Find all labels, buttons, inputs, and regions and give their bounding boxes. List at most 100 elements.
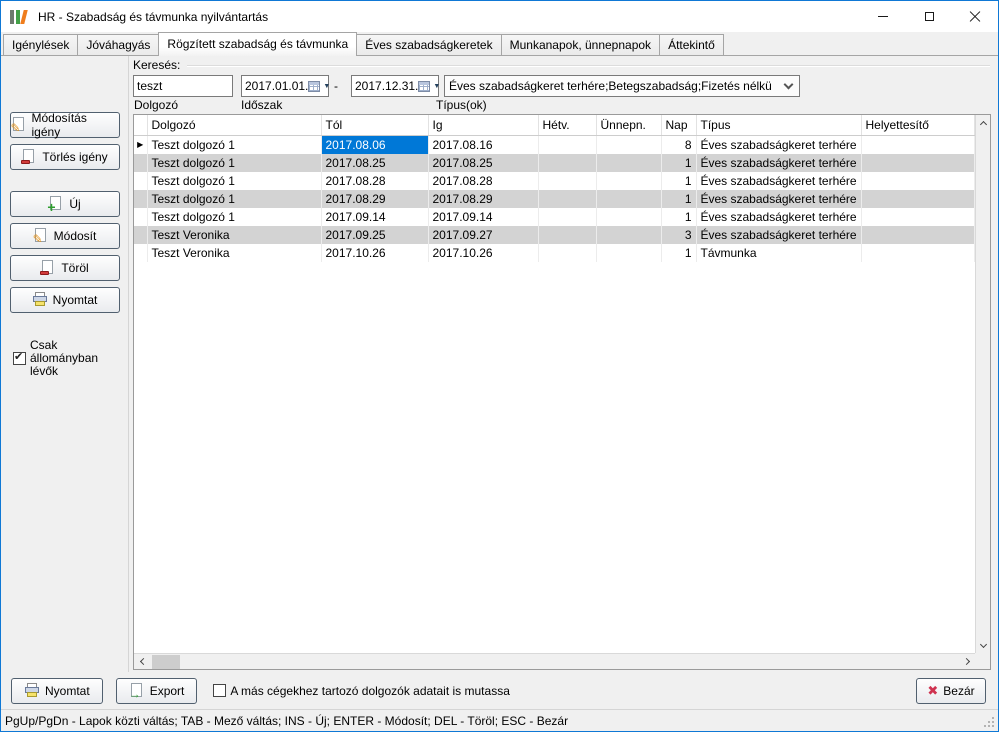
cell-nap[interactable]: 1 [661,244,696,262]
scroll-down-button[interactable] [976,638,991,653]
tab-munkanapok[interactable]: Munkanapok, ünnepnapok [501,34,660,55]
show-other-companies-checkbox[interactable] [213,684,226,697]
cell-helyettesito[interactable] [861,226,975,244]
cell-hetv[interactable] [538,226,596,244]
cell-tol[interactable]: 2017.08.28 [321,172,428,190]
export-button[interactable]: Export [116,678,198,704]
maximize-button[interactable] [906,1,952,32]
resize-grip[interactable] [984,717,995,728]
cell-helyettesito[interactable] [861,244,975,262]
tab-rogzitett-szabadsag[interactable]: Rögzített szabadság és távmunka [158,32,357,56]
cell-tipus[interactable]: Éves szabadságkeret terhére [696,190,861,208]
table-row[interactable]: Teszt dolgozó 12017.08.292017.08.291Éves… [134,190,975,208]
cell-nap[interactable]: 3 [661,226,696,244]
cell-nap[interactable]: 1 [661,190,696,208]
cell-unnepn[interactable] [596,172,661,190]
scroll-right-button[interactable] [960,654,975,669]
cell-nap[interactable]: 8 [661,135,696,154]
delete-button[interactable]: Töröl [10,255,120,281]
cell-dolgozo[interactable]: Teszt dolgozó 1 [147,208,321,226]
cell-tol[interactable]: 2017.10.26 [321,244,428,262]
cell-ig[interactable]: 2017.08.25 [428,154,538,172]
minimize-button[interactable] [860,1,906,32]
column-header-dolgozo[interactable]: Dolgozó [147,115,321,135]
date-from-picker[interactable]: 2017.01.01. [241,75,329,97]
cell-dolgozo[interactable]: Teszt dolgozó 1 [147,154,321,172]
cell-tipus[interactable]: Éves szabadságkeret terhére [696,226,861,244]
new-button[interactable]: Új [10,191,120,217]
table-row[interactable]: Teszt Veronika2017.09.252017.09.27 3Éves … [134,226,975,244]
scroll-left-button[interactable] [134,654,149,669]
column-header-nap[interactable]: Nap [661,115,696,135]
only-active-checkbox[interactable] [13,352,26,365]
employee-search-input[interactable] [133,75,233,97]
column-header-tipus[interactable]: Típus [696,115,861,135]
cell-tipus[interactable]: Éves szabadságkeret terhére [696,135,861,154]
cell-dolgozo[interactable]: Teszt dolgozó 1 [147,190,321,208]
modify-request-button[interactable]: Módosítás igény [10,112,120,138]
cell-dolgozo[interactable]: Teszt Veronika [147,244,321,262]
close-dialog-button[interactable]: Bezár [916,678,986,704]
vertical-scrollbar[interactable] [975,115,990,653]
cell-ig[interactable]: 2017.08.29 [428,190,538,208]
cell-hetv[interactable] [538,190,596,208]
cell-tol[interactable]: 2017.08.06 [321,135,428,154]
cell-helyettesito[interactable] [861,172,975,190]
date-to-picker[interactable]: 2017.12.31. [351,75,439,97]
tab-attekinto[interactable]: Áttekintő [659,34,724,55]
tab-eves-szabadsagkeretek[interactable]: Éves szabadságkeretek [356,34,501,55]
cell-unnepn[interactable] [596,154,661,172]
cell-helyettesito[interactable] [861,190,975,208]
column-header-helyettesito[interactable]: Helyettesítő [861,115,975,135]
cell-tol[interactable]: 2017.09.25 [321,226,428,244]
horizontal-scrollbar[interactable] [134,653,975,669]
print-button-footer[interactable]: Nyomtat [11,678,103,704]
column-header-unnepn[interactable]: Ünnepn. [596,115,661,135]
cell-tol[interactable]: 2017.08.29 [321,190,428,208]
cell-dolgozo[interactable]: Teszt dolgozó 1 [147,135,321,154]
cell-unnepn[interactable] [596,226,661,244]
cell-unnepn[interactable] [596,208,661,226]
cell-tipus[interactable]: Éves szabadságkeret terhére [696,154,861,172]
cell-dolgozo[interactable]: Teszt Veronika [147,226,321,244]
column-header-hetv[interactable]: Hétv. [538,115,596,135]
table-row[interactable]: Teszt dolgozó 12017.08.282017.08.281Éves… [134,172,975,190]
cell-hetv[interactable] [538,172,596,190]
cell-dolgozo[interactable]: Teszt dolgozó 1 [147,172,321,190]
cell-unnepn[interactable] [596,244,661,262]
cell-tol[interactable]: 2017.09.14 [321,208,428,226]
scroll-up-button[interactable] [976,115,991,130]
table-row[interactable]: Teszt dolgozó 12017.08.252017.08.251Éves… [134,154,975,172]
tab-jovahagyas[interactable]: Jóváhagyás [77,34,159,55]
cell-unnepn[interactable] [596,135,661,154]
cell-ig[interactable]: 2017.09.27 [428,226,538,244]
table-row[interactable]: Teszt Veronika2017.10.262017.10.261Távmu… [134,244,975,262]
cell-unnepn[interactable] [596,190,661,208]
cell-hetv[interactable] [538,244,596,262]
cell-nap[interactable]: 1 [661,208,696,226]
cell-nap[interactable]: 1 [661,154,696,172]
cell-hetv[interactable] [538,154,596,172]
cell-hetv[interactable] [538,135,596,154]
cell-tol[interactable]: 2017.08.25 [321,154,428,172]
cell-ig[interactable]: 2017.09.14 [428,208,538,226]
cell-nap[interactable]: 1 [661,172,696,190]
tab-igenylesek[interactable]: Igénylések [3,34,78,55]
cell-helyettesito[interactable] [861,135,975,154]
column-header-tol[interactable]: Tól [321,115,428,135]
cell-tipus[interactable]: Éves szabadságkeret terhére [696,172,861,190]
cell-ig[interactable]: 2017.08.28 [428,172,538,190]
types-combobox[interactable]: Éves szabadságkeret terhére;Betegszabads… [444,75,800,97]
column-header-ig[interactable]: Ig [428,115,538,135]
cell-ig[interactable]: 2017.10.26 [428,244,538,262]
table-row[interactable]: ▶Teszt dolgozó 12017.08.062017.08.168Éve… [134,135,975,154]
cell-helyettesito[interactable] [861,208,975,226]
table-row[interactable]: Teszt dolgozó 12017.09.142017.09.141Éves… [134,208,975,226]
close-button[interactable] [952,1,998,32]
modify-button[interactable]: Módosít [10,223,120,249]
horizontal-scrollbar-thumb[interactable] [152,655,180,669]
cell-helyettesito[interactable] [861,154,975,172]
cell-tipus[interactable]: Éves szabadságkeret terhére [696,208,861,226]
cell-hetv[interactable] [538,208,596,226]
cell-ig[interactable]: 2017.08.16 [428,135,538,154]
